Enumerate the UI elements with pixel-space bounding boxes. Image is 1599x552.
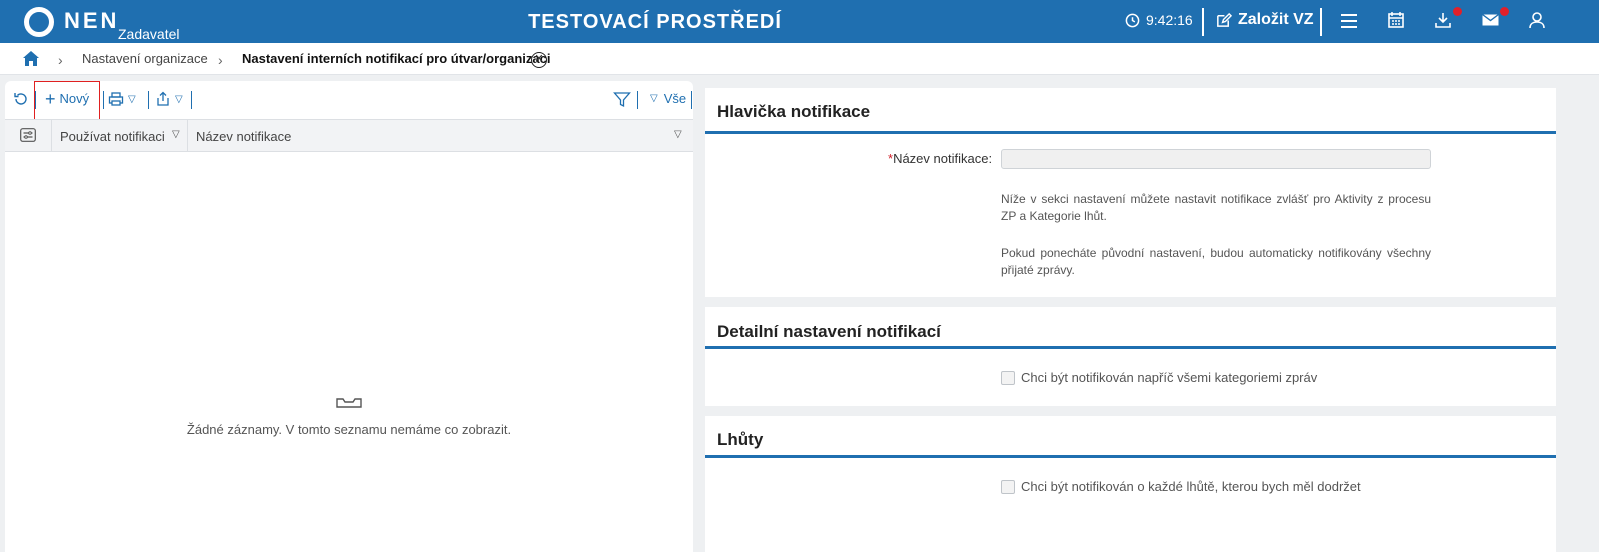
create-vz-label: Založit VZ [1238,11,1314,28]
notification-name-label-text: Název notifikace [893,151,989,166]
header-divider [1202,8,1204,36]
section-title: Hlavička notifikace [717,102,871,121]
share-icon [157,91,169,106]
user-icon[interactable] [1528,11,1550,33]
chevron-down-icon: ▽ [650,93,658,104]
section-underline [705,455,1556,458]
toolbar-divider [691,91,692,109]
logo-text: NEN [64,8,120,33]
all-categories-checkbox[interactable] [1001,370,1015,385]
column-settings-icon [20,128,36,142]
list-toolbar: + Nový ▽ ▽ ▽ Vše [5,81,693,120]
section-underline [705,346,1556,349]
close-icon[interactable]: ✕ [531,52,547,68]
chevron-down-icon: ▽ [128,93,136,105]
chevron-down-icon: ▽ [175,93,183,105]
toolbar-divider [191,91,192,109]
menu-icon[interactable] [1339,11,1361,33]
calendar-icon[interactable] [1387,11,1409,33]
clock-icon [1125,13,1140,27]
empty-message: Žádné záznamy. V tomto seznamu nemáme co… [186,422,512,437]
checkbox-label: Chci být notifikován napříč všemi katego… [1021,370,1318,385]
all-categories-checkbox-row[interactable]: Chci být notifikován napříč všemi katego… [1001,370,1317,385]
column-settings-button[interactable] [5,120,52,151]
session-clock: 9:42:16 [1125,12,1193,28]
refresh-icon[interactable] [13,91,29,107]
print-menu-button[interactable]: ▽ [108,91,136,107]
toolbar-divider [148,91,149,109]
create-vz-button[interactable]: Založit VZ [1215,11,1314,29]
toolbar-divider [637,91,638,109]
breadcrumb-item-current: Nastavení interních notifikací pro útvar… [242,51,551,66]
detail-settings-section: Detailní nastavení notifikací [705,307,1556,406]
each-deadline-checkbox[interactable] [1001,479,1015,494]
grid-header: Používat notifikaci ▽ Název notifikace ▽ [5,119,693,152]
filter-all-label: Vše [663,91,687,106]
column-header-notification-name[interactable]: Název notifikace ▽ [188,120,693,151]
notification-name-label: *Název notifikace: [888,151,993,166]
edit-icon [1217,12,1232,27]
empty-tray-icon [336,398,362,408]
new-button-highlight [34,81,100,120]
sort-arrow-icon[interactable]: ▽ [172,129,180,140]
section-title: Detailní nastavení notifikací [717,322,941,341]
section-underline [705,131,1556,134]
logo-icon [24,7,54,37]
download-badge [1453,7,1462,16]
column-label: Název notifikace [196,129,292,144]
settings-note: Níže v sekci nastavení můžete nastavit n… [1001,192,1431,223]
environment-title: TESTOVACÍ PROSTŘEDÍ [528,11,782,33]
download-icon[interactable] [1434,7,1462,33]
clock-time: 9:42:16 [1146,12,1193,28]
breadcrumb-item-organization[interactable]: Nastavení organizace [82,51,208,66]
column-label: Používat notifikaci [60,129,165,144]
notification-list-panel: + Nový ▽ ▽ ▽ Vše Používat notifikaci ▽ N… [5,81,693,552]
logo-subtitle: Zadavatel [118,26,180,42]
filter-icon[interactable] [613,91,631,109]
notification-name-input[interactable] [1001,149,1431,169]
default-settings-note: Pokud ponecháte původní nastavení, budou… [1001,246,1431,277]
top-bar: NEN Zadavatel TESTOVACÍ PROSTŘEDÍ 9:42:1… [0,0,1599,43]
export-menu-button[interactable]: ▽ [155,91,183,107]
each-deadline-checkbox-row[interactable]: Chci být notifikován o každé lhůtě, kter… [1001,479,1361,494]
chevron-right-icon: › [218,52,223,68]
mail-icon[interactable] [1481,7,1509,33]
filter-all-dropdown[interactable]: ▽ Vše [650,91,686,106]
chevron-right-icon: › [58,52,63,68]
toolbar-divider [103,91,104,109]
home-icon[interactable] [22,50,40,67]
breadcrumb: › Nastavení organizace › Nastavení inter… [0,43,1599,75]
print-icon [108,92,124,106]
sort-arrow-icon[interactable]: ▽ [674,129,682,140]
checkbox-label: Chci být notifikován o každé lhůtě, kter… [1021,479,1361,494]
column-header-use-notification[interactable]: Používat notifikaci ▽ [52,120,188,151]
header-divider [1320,8,1322,36]
mail-badge [1500,7,1509,16]
section-title: Lhůty [717,430,764,449]
